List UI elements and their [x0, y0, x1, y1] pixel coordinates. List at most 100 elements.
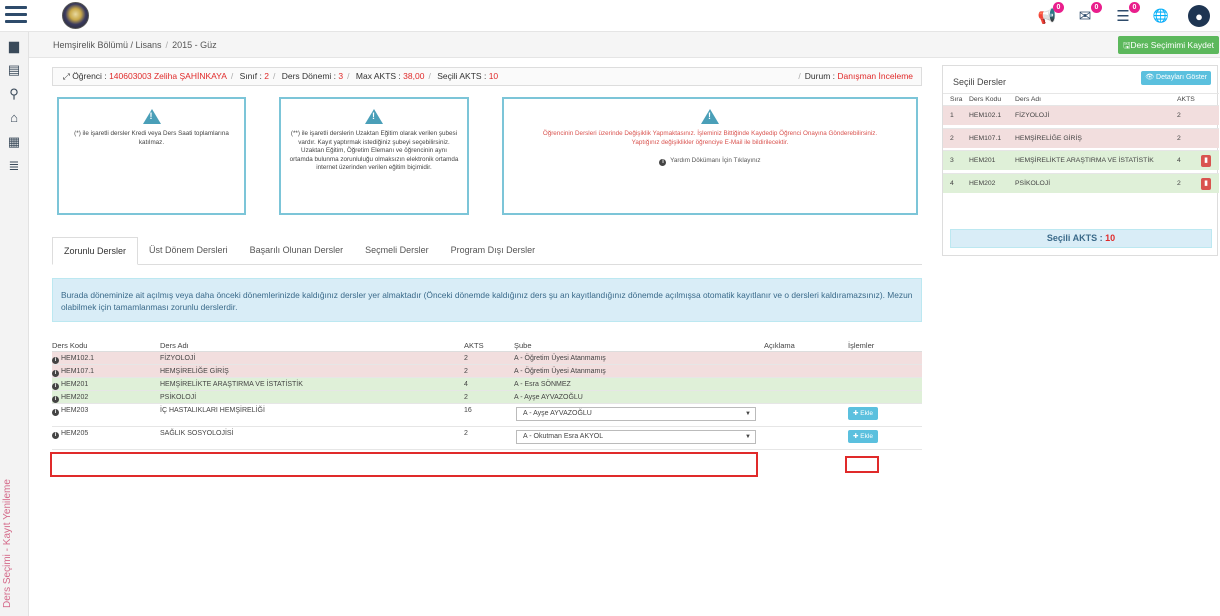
info-icon[interactable]: i	[52, 396, 59, 403]
selected-courses-panel: Seçili Dersler 👁 Detayları Göster Sıra D…	[942, 65, 1219, 256]
warning-icon	[142, 109, 161, 124]
class-value: 2	[264, 71, 269, 81]
user-menu[interactable]: ●	[1184, 4, 1214, 28]
course-code[interactable]: i HEM205	[52, 430, 88, 439]
row-name: HEMŞİRELİĞE GİRİŞ	[1015, 135, 1082, 142]
breadcrumb-item-department[interactable]: Hemşirelik Bölümü / Lisans	[53, 40, 162, 50]
tasks-icon[interactable]: ☰ 0	[1108, 2, 1140, 28]
table-row: i HEM107.1 HEMŞİRELİĞE GİRİŞ 2 A - Öğreti…	[52, 365, 922, 378]
help-document-link[interactable]: i Yardım Dökümanı İçin Tıklayınız	[512, 157, 908, 166]
row-order: 2	[950, 135, 954, 142]
total-akts-label: Seçili AKTS :	[1046, 233, 1103, 243]
info-icon[interactable]: i	[52, 432, 59, 439]
book-icon[interactable]: ▆	[6, 38, 22, 54]
sidebar-vertical-title: Ders Seçimi - Kayıt Yenileme	[2, 479, 13, 608]
status-label: Durum :	[804, 71, 836, 81]
student-info-bar: ⤢ Öğrenci : 140603003 Zeliha ŞAHİNKAYA / …	[52, 67, 922, 86]
table-header: Ders Kodu Ders Adı AKTS Şube Açıklama İş…	[52, 336, 922, 352]
section-select-value: A - Ayşe AYVAZOĞLU	[523, 410, 592, 417]
student-icon[interactable]: ⚲	[6, 86, 22, 102]
show-details-button[interactable]: 👁 Detayları Göster	[1141, 71, 1211, 85]
expand-icon[interactable]: ⤢	[63, 71, 70, 81]
tab-passed[interactable]: Başarılı Olunan Dersler	[239, 237, 355, 265]
course-tabs: Zorunlu Dersler Üst Dönem Dersleri Başar…	[52, 237, 922, 265]
header-akts: AKTS	[1177, 96, 1195, 103]
info-box-distance-text: (**) ile işaretli derslerin Uzaktan Eğit…	[289, 130, 459, 171]
row-order: 1	[950, 112, 954, 119]
announcements-icon[interactable]: 📢 0	[1032, 2, 1064, 28]
calendar-icon[interactable]: ▦	[6, 134, 22, 150]
header-section: Şube	[514, 341, 532, 350]
course-code-text: HEM107.1	[61, 368, 95, 375]
course-section: A - Öğretim Üyesi Atanmamış	[514, 355, 606, 362]
term-label: Ders Dönemi :	[281, 71, 337, 81]
graduation-cap-icon[interactable]: ⌂	[6, 110, 22, 126]
course-code-text: HEM203	[61, 407, 89, 414]
selected-course-row: 3 HEM201 HEMŞİRELİKTE ARAŞTIRMA VE İSTAT…	[943, 150, 1219, 170]
header-name: Ders Adı	[160, 341, 189, 350]
section-select[interactable]: A - Okutman Esra AKYOL ▼	[516, 430, 756, 444]
term-value: 3	[338, 71, 344, 81]
table-row: i HEM102.1 FİZYOLOJİ 2 A - Öğretim Üyesi …	[52, 352, 922, 365]
tab-upper-term[interactable]: Üst Dönem Dersleri	[138, 237, 239, 265]
save-selection-button[interactable]: 🖫Ders Seçimimi Kaydet	[1118, 36, 1219, 54]
course-akts: 2	[464, 430, 468, 437]
tab-elective[interactable]: Seçmeli Dersler	[354, 237, 440, 265]
course-code-text: HEM202	[61, 394, 89, 401]
course-code-text: HEM102.1	[61, 355, 95, 362]
course-section: A - Öğretim Üyesi Atanmamış	[514, 368, 606, 375]
header-description: Açıklama	[764, 341, 795, 350]
trash-icon[interactable]: ▮	[1201, 155, 1211, 167]
course-code[interactable]: i HEM202	[52, 394, 88, 403]
info-box-email-text: Yaptığınız değişiklikler öğrenciye E-Mai…	[631, 138, 789, 146]
status-value: Danışman İnceleme	[837, 71, 913, 81]
add-course-button[interactable]: ✚ Ekle	[848, 407, 878, 420]
messages-badge: 0	[1091, 2, 1102, 13]
course-akts: 16	[464, 407, 472, 414]
row-name: FİZYOLOJİ	[1015, 112, 1050, 119]
course-code[interactable]: i HEM201	[52, 381, 88, 390]
add-course-button[interactable]: ✚ Ekle	[848, 430, 878, 443]
info-icon[interactable]: i	[52, 370, 59, 377]
tab-out-of-program[interactable]: Program Dışı Dersler	[440, 237, 547, 265]
course-code[interactable]: i HEM203	[52, 407, 88, 416]
row-akts: 2	[1177, 135, 1181, 142]
warning-icon	[701, 109, 719, 124]
info-icon[interactable]: i	[52, 383, 59, 390]
tab-required[interactable]: Zorunlu Dersler	[52, 237, 139, 265]
document-icon[interactable]: ▤	[6, 62, 22, 78]
warning-icon	[365, 109, 383, 124]
breadcrumb-bar: Hemşirelik Bölümü / Lisans/2015 - Güz 🖫D…	[29, 32, 1220, 58]
course-name: HEMŞİRELİĞE GİRİŞ	[160, 368, 229, 375]
row-order: 3	[950, 157, 954, 164]
course-akts: 2	[464, 368, 468, 375]
table-row: i HEM202 PSİKOLOJİ 2 A - Ayşe AYVAZOĞLU	[52, 391, 922, 404]
row-code: HEM201	[969, 157, 996, 164]
header-code: Ders Kodu	[969, 96, 1002, 103]
course-code[interactable]: i HEM102.1	[52, 355, 94, 364]
header-order: Sıra	[950, 96, 963, 103]
university-logo[interactable]	[62, 2, 89, 29]
add-course-label: Ekle	[860, 433, 873, 440]
menu-toggle-icon[interactable]	[5, 6, 27, 26]
required-courses-notice: Burada döneminize ait açılmış veya daha …	[52, 278, 922, 322]
add-course-label: Ekle	[860, 410, 873, 417]
class-label: Sınıf :	[239, 71, 262, 81]
course-code[interactable]: i HEM107.1	[52, 368, 94, 377]
info-icon[interactable]: i	[52, 409, 59, 416]
trash-icon[interactable]: ▮	[1201, 178, 1211, 190]
info-icon[interactable]: i	[52, 357, 59, 364]
course-name: İÇ HASTALIKLARI HEMŞİRELİĞİ	[160, 407, 265, 414]
header-code: Ders Kodu	[52, 341, 88, 350]
help-document-label: Yardım Dökümanı İçin Tıklayınız	[670, 157, 761, 164]
globe-icon[interactable]: 🌐	[1146, 4, 1176, 28]
messages-icon[interactable]: ✉ 0	[1070, 2, 1102, 28]
header-name: Ders Adı	[1015, 96, 1042, 103]
breadcrumb-item-term[interactable]: 2015 - Güz	[172, 40, 217, 50]
course-name: SAĞLIK SOSYOLOJİSİ	[160, 430, 234, 437]
selected-akts-label: Seçili AKTS :	[437, 71, 487, 81]
section-select[interactable]: A - Ayşe AYVAZOĞLU ▼	[516, 407, 756, 421]
list-icon[interactable]: ≣	[6, 158, 22, 174]
selected-course-row: 2 HEM107.1 HEMŞİRELİĞE GİRİŞ 2	[943, 128, 1219, 148]
row-code: HEM202	[969, 180, 996, 187]
